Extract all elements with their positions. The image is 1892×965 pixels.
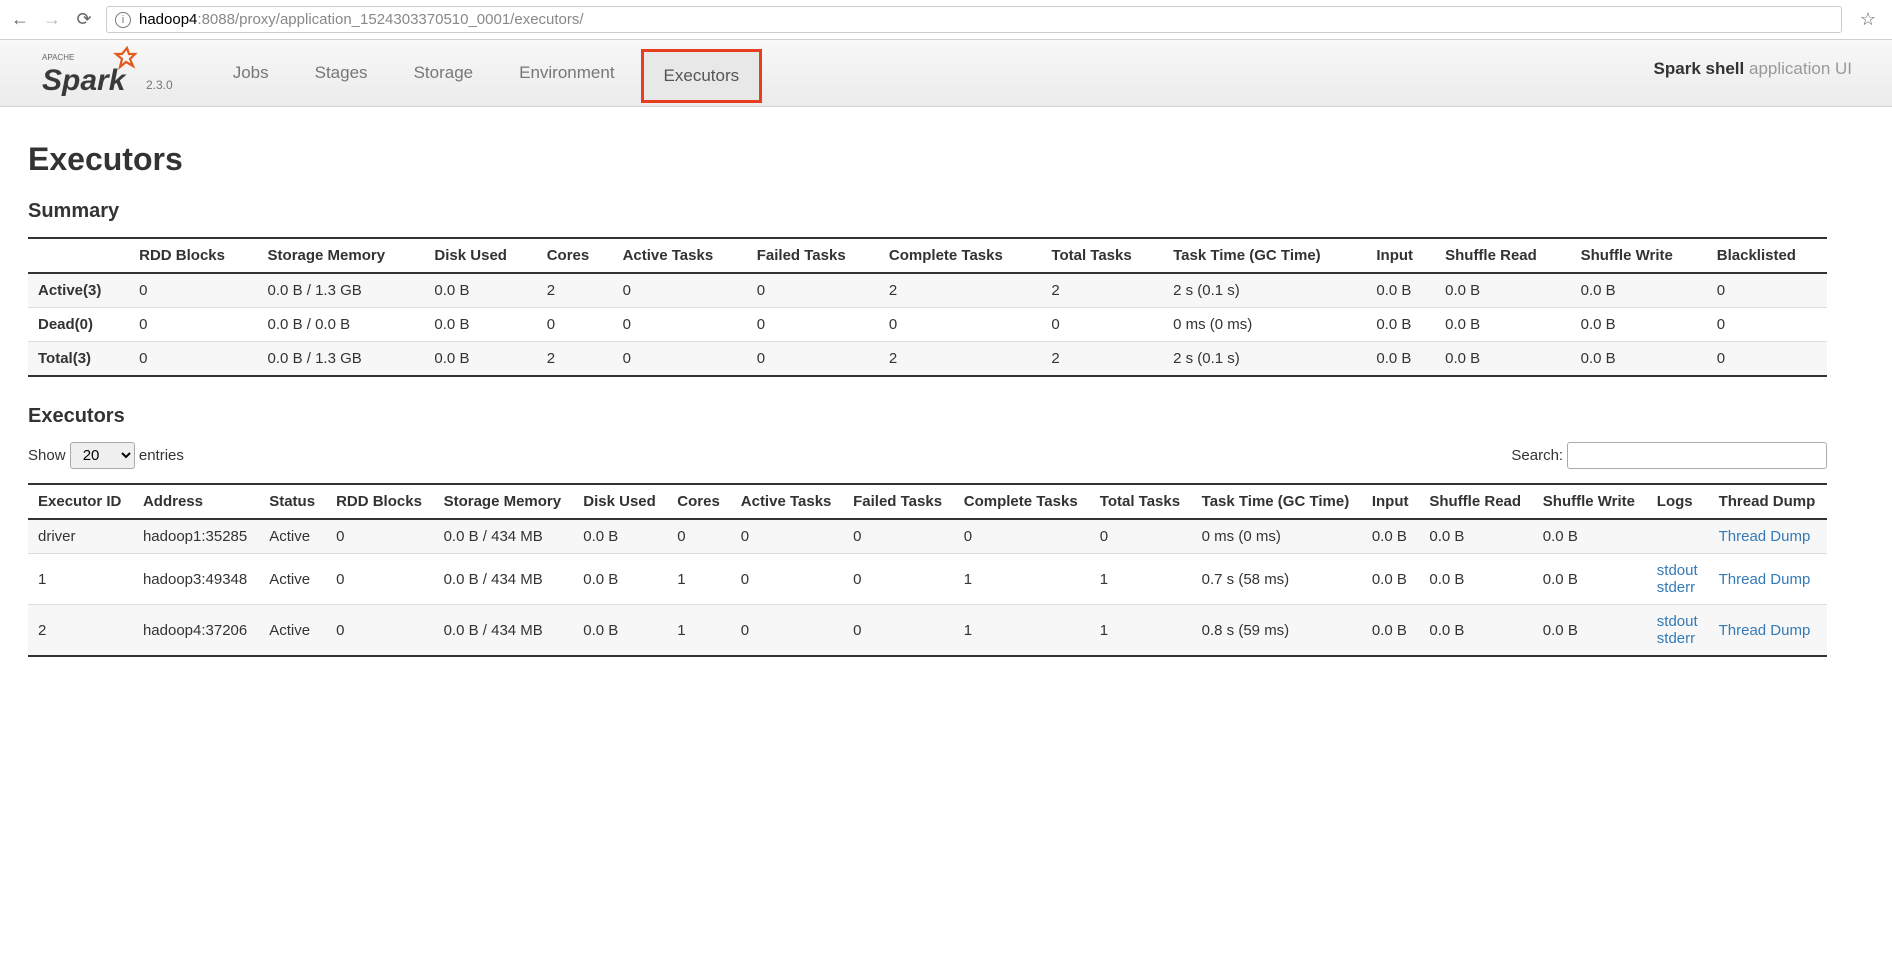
tab-executors[interactable]: Executors: [641, 49, 763, 103]
exec-col[interactable]: Storage Memory: [434, 484, 574, 519]
tab-jobs[interactable]: Jobs: [213, 49, 289, 103]
exec-col[interactable]: Task Time (GC Time): [1192, 484, 1362, 519]
exec-col[interactable]: Complete Tasks: [954, 484, 1090, 519]
exec-col[interactable]: Total Tasks: [1090, 484, 1192, 519]
summary-col[interactable]: Input: [1366, 238, 1435, 273]
executors-table: Executor IDAddressStatusRDD BlocksStorag…: [28, 483, 1827, 657]
browser-toolbar: ← → ⟳ i hadoop4:8088/proxy/application_1…: [0, 0, 1892, 40]
summary-col[interactable]: Blacklisted: [1707, 238, 1828, 273]
page-title: Executors: [28, 141, 1864, 178]
exec-col[interactable]: Address: [133, 484, 259, 519]
search-input[interactable]: [1567, 442, 1827, 469]
summary-row: Total(3)00.0 B / 1.3 GB0.0 B200222 s (0.…: [28, 342, 1827, 377]
back-button[interactable]: ←: [10, 10, 30, 30]
exec-row: 1hadoop3:49348Active00.0 B / 434 MB0.0 B…: [28, 554, 1827, 605]
executors-heading: Executors: [28, 405, 1864, 428]
exec-col[interactable]: Status: [259, 484, 326, 519]
svg-text:APACHE: APACHE: [42, 53, 74, 62]
summary-row: Dead(0)00.0 B / 0.0 B0.0 B000000 ms (0 m…: [28, 308, 1827, 342]
entries-selector: Show 20 entries: [28, 442, 184, 469]
summary-col[interactable]: Shuffle Write: [1571, 238, 1707, 273]
address-bar[interactable]: i hadoop4:8088/proxy/application_1524303…: [106, 6, 1842, 33]
summary-col[interactable]: Failed Tasks: [747, 238, 879, 273]
summary-col[interactable]: Complete Tasks: [879, 238, 1042, 273]
summary-col[interactable]: RDD Blocks: [129, 238, 257, 273]
executors-table-controls: Show 20 entries Search:: [28, 442, 1827, 469]
exec-col[interactable]: Cores: [667, 484, 731, 519]
reload-button[interactable]: ⟳: [74, 10, 94, 30]
nav-tabs: JobsStagesStorageEnvironmentExecutors: [213, 49, 1654, 103]
summary-col[interactable]: Disk Used: [424, 238, 536, 273]
page-size-select[interactable]: 20: [70, 442, 135, 469]
summary-col[interactable]: Total Tasks: [1041, 238, 1163, 273]
spark-version: 2.3.0: [146, 78, 173, 96]
summary-col[interactable]: Shuffle Read: [1435, 238, 1571, 273]
log-link-stderr[interactable]: stderr: [1657, 630, 1695, 647]
log-link-stdout[interactable]: stdout: [1657, 562, 1698, 579]
summary-heading: Summary: [28, 200, 1864, 223]
summary-col[interactable]: Storage Memory: [258, 238, 425, 273]
exec-row: 2hadoop4:37206Active00.0 B / 434 MB0.0 B…: [28, 605, 1827, 657]
svg-text:Spark: Spark: [42, 64, 127, 96]
summary-col[interactable]: Active Tasks: [613, 238, 747, 273]
summary-row: Active(3)00.0 B / 1.3 GB0.0 B200222 s (0…: [28, 273, 1827, 308]
thread-dump-link[interactable]: Thread Dump: [1719, 622, 1811, 639]
exec-col[interactable]: Disk Used: [573, 484, 667, 519]
summary-table: RDD BlocksStorage MemoryDisk UsedCoresAc…: [28, 237, 1827, 377]
exec-col[interactable]: Failed Tasks: [843, 484, 954, 519]
summary-col[interactable]: Task Time (GC Time): [1163, 238, 1366, 273]
search-box: Search:: [1511, 442, 1827, 469]
summary-col[interactable]: Cores: [537, 238, 613, 273]
exec-col[interactable]: Executor ID: [28, 484, 133, 519]
log-link-stderr[interactable]: stderr: [1657, 579, 1695, 596]
forward-button[interactable]: →: [42, 10, 62, 30]
spark-header: APACHE Spark 2.3.0 JobsStagesStorageEnvi…: [0, 40, 1892, 107]
site-info-icon[interactable]: i: [115, 12, 131, 28]
exec-col[interactable]: Active Tasks: [731, 484, 843, 519]
tab-environment[interactable]: Environment: [499, 49, 634, 103]
bookmark-star-icon[interactable]: ☆: [1854, 9, 1882, 30]
url-text: hadoop4:8088/proxy/application_152430337…: [139, 11, 584, 28]
thread-dump-link[interactable]: Thread Dump: [1719, 528, 1811, 545]
thread-dump-link[interactable]: Thread Dump: [1719, 571, 1811, 588]
spark-logo-icon: APACHE Spark: [40, 46, 140, 96]
exec-col[interactable]: Shuffle Read: [1419, 484, 1532, 519]
exec-col[interactable]: Thread Dump: [1709, 484, 1828, 519]
summary-col[interactable]: [28, 238, 129, 273]
exec-row: driverhadoop1:35285Active00.0 B / 434 MB…: [28, 519, 1827, 554]
exec-col[interactable]: Shuffle Write: [1533, 484, 1647, 519]
spark-logo: APACHE Spark 2.3.0: [40, 46, 173, 106]
log-link-stdout[interactable]: stdout: [1657, 613, 1698, 630]
tab-storage[interactable]: Storage: [394, 49, 494, 103]
app-ui-label: Spark shell application UI: [1654, 59, 1852, 93]
exec-col[interactable]: Logs: [1647, 484, 1709, 519]
exec-col[interactable]: Input: [1362, 484, 1420, 519]
exec-col[interactable]: RDD Blocks: [326, 484, 434, 519]
tab-stages[interactable]: Stages: [295, 49, 388, 103]
